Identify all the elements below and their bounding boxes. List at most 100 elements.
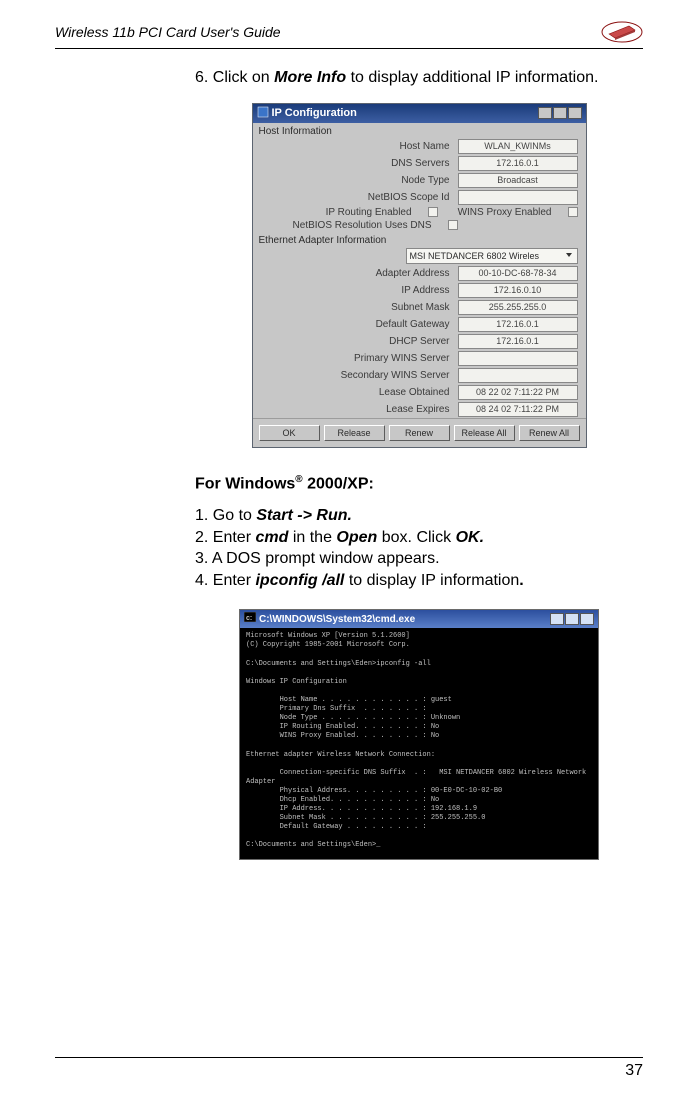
dialog-buttons: OK Release Renew Release All Renew All (253, 418, 586, 447)
ok-label: OK. (456, 529, 484, 546)
cmd-titlebar: c: C:\WINDOWS\System32\cmd.exe (240, 610, 598, 628)
release-all-button[interactable]: Release All (454, 425, 515, 441)
page-number: 37 (625, 1062, 643, 1079)
label: IP Routing Enabled (261, 207, 420, 218)
text: 2. Enter (195, 529, 255, 546)
close-icon[interactable] (568, 107, 582, 119)
ok-button[interactable]: OK (259, 425, 320, 441)
app-icon (257, 106, 269, 121)
label: Lease Expires (261, 404, 458, 415)
gateway-value: 172.16.0.1 (458, 317, 578, 332)
scope-row: NetBIOS Scope Id (253, 189, 586, 206)
adapter-dropdown[interactable]: MSI NETDANCER 6802 Wireles (406, 248, 578, 264)
label: WINS Proxy Enabled (458, 207, 560, 218)
dialog-title: IP Configuration (272, 107, 357, 119)
header-title: Wireless 11b PCI Card User's Guide (55, 24, 281, 40)
scope-value (458, 190, 578, 205)
dns-row: DNS Servers 172.16.0.1 (253, 155, 586, 172)
secondary-wins-value (458, 368, 578, 383)
label: Primary WINS Server (261, 353, 458, 364)
adapter-section: Ethernet Adapter Information (253, 232, 586, 247)
mask-row: Subnet Mask 255.255.255.0 (253, 299, 586, 316)
pci-card-icon (601, 20, 643, 44)
open-label: Open (336, 529, 377, 546)
mask-value: 255.255.255.0 (458, 300, 578, 315)
host-name-row: Host Name WLAN_KWINMs (253, 138, 586, 155)
lease-expires-value: 08 24 02 7:11:22 PM (458, 402, 578, 417)
minimize-icon[interactable] (550, 613, 564, 625)
ip-config-dialog: IP Configuration Host Information Host N… (252, 103, 587, 448)
primary-wins-value (458, 351, 578, 366)
text: 1. Go to (195, 507, 256, 524)
cmd-window: c: C:\WINDOWS\System32\cmd.exe Microsoft… (239, 609, 599, 859)
text: 2000/XP: (303, 475, 374, 492)
cmd-label: cmd (255, 529, 288, 546)
svg-text:c:: c: (246, 615, 252, 622)
cmd-icon: c: (244, 612, 256, 626)
label: Default Gateway (261, 319, 458, 330)
step-2: 2. Enter cmd in the Open box. Click OK. (195, 527, 643, 549)
host-info-section: Host Information (253, 123, 586, 138)
main-content: 6. Click on More Info to display additio… (55, 67, 643, 860)
cmd-output: Microsoft Windows XP [Version 5.1.2600] … (240, 628, 598, 858)
label: NetBIOS Scope Id (261, 192, 458, 203)
label: DHCP Server (261, 336, 458, 347)
label: NetBIOS Resolution Uses DNS (261, 220, 440, 231)
page-header: Wireless 11b PCI Card User's Guide (55, 20, 643, 49)
page-footer: 37 (55, 1057, 643, 1080)
label: DNS Servers (261, 158, 458, 169)
step-3: 3. A DOS prompt window appears. (195, 548, 643, 570)
gateway-row: Default Gateway 172.16.0.1 (253, 316, 586, 333)
label: Secondary WINS Server (261, 370, 458, 381)
renew-button[interactable]: Renew (389, 425, 450, 441)
lease-expires-row: Lease Expires 08 24 02 7:11:22 PM (253, 401, 586, 418)
text: to display additional IP information. (346, 69, 598, 86)
close-icon[interactable] (580, 613, 594, 625)
ip-value: 172.16.0.10 (458, 283, 578, 298)
dialog-titlebar: IP Configuration (253, 104, 586, 123)
period: . (519, 572, 523, 589)
label: Lease Obtained (261, 387, 458, 398)
wins-proxy-checkbox[interactable] (568, 207, 578, 217)
text: in the (288, 529, 336, 546)
dns-value: 172.16.0.1 (458, 156, 578, 171)
step-4: 4. Enter ipconfig /all to display IP inf… (195, 570, 643, 592)
routing-row: IP Routing Enabled WINS Proxy Enabled (253, 206, 586, 219)
host-name-value: WLAN_KWINMs (458, 139, 578, 154)
start-run-label: Start -> Run. (256, 507, 352, 524)
node-type-row: Node Type Broadcast (253, 172, 586, 189)
label: Host Name (261, 141, 458, 152)
text: 4. Enter (195, 572, 255, 589)
text: For Windows (195, 475, 295, 492)
window-controls (538, 107, 582, 119)
netbios-checkbox[interactable] (448, 220, 458, 230)
ipconfig-label: ipconfig /all (255, 572, 344, 589)
maximize-icon[interactable] (565, 613, 579, 625)
adapter-select-row: MSI NETDANCER 6802 Wireles (253, 247, 586, 265)
dhcp-row: DHCP Server 172.16.0.1 (253, 333, 586, 350)
maximize-icon[interactable] (553, 107, 567, 119)
renew-all-button[interactable]: Renew All (519, 425, 580, 441)
chevron-down-icon (564, 250, 574, 262)
routing-checkbox[interactable] (428, 207, 438, 217)
cmd-title-text: C:\WINDOWS\System32\cmd.exe (259, 613, 415, 626)
dhcp-value: 172.16.0.1 (458, 334, 578, 349)
label: Node Type (261, 175, 458, 186)
windows-2000-xp-heading: For Windows® 2000/XP: (195, 474, 643, 493)
node-type-value: Broadcast (458, 173, 578, 188)
step-1: 1. Go to Start -> Run. (195, 505, 643, 527)
text: box. Click (377, 529, 455, 546)
label: IP Address (261, 285, 458, 296)
text: 6. Click on (195, 69, 274, 86)
minimize-icon[interactable] (538, 107, 552, 119)
reg-mark: ® (295, 474, 302, 485)
lease-obtained-value: 08 22 02 7:11:22 PM (458, 385, 578, 400)
steps-list: 1. Go to Start -> Run. 2. Enter cmd in t… (195, 505, 643, 591)
lease-obtained-row: Lease Obtained 08 22 02 7:11:22 PM (253, 384, 586, 401)
instruction-6: 6. Click on More Info to display additio… (195, 67, 643, 89)
netbios-row: NetBIOS Resolution Uses DNS (253, 219, 586, 232)
label: Adapter Address (261, 268, 458, 279)
release-button[interactable]: Release (324, 425, 385, 441)
more-info-label: More Info (274, 69, 346, 86)
text: to display IP information (344, 572, 519, 589)
